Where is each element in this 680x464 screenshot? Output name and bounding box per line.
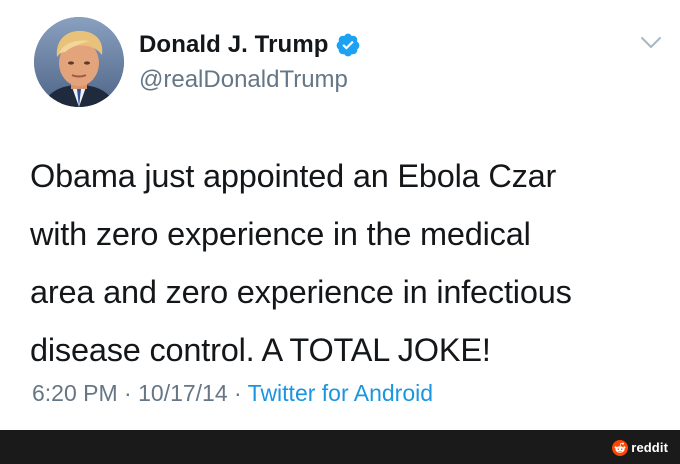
tweet-meta: 6:20 PM · 10/17/14 · Twitter for Android <box>32 380 433 407</box>
meta-separator: · <box>117 380 139 406</box>
meta-separator: · <box>227 380 248 406</box>
reddit-wordmark: reddit <box>631 440 668 455</box>
tweet-date[interactable]: 10/17/14 <box>138 380 228 406</box>
tweet-text: Obama just appointed an Ebola Czar with … <box>30 158 572 368</box>
tweet-source-link[interactable]: Twitter for Android <box>248 380 433 406</box>
reddit-watermark: reddit <box>612 439 668 456</box>
avatar[interactable] <box>34 17 124 107</box>
verified-badge-icon <box>336 33 359 57</box>
tweet-card: Donald J. Trump @realDonaldTrump Obama j… <box>0 0 680 430</box>
author-handle[interactable]: @realDonaldTrump <box>139 66 348 94</box>
author-display-name[interactable]: Donald J. Trump <box>139 31 329 59</box>
chevron-down-icon[interactable] <box>640 36 662 50</box>
author-name-row: Donald J. Trump <box>139 29 361 61</box>
reddit-logo-icon <box>612 439 629 456</box>
reddit-watermark-bar: reddit <box>0 430 680 464</box>
tweet-time[interactable]: 6:20 PM <box>32 380 118 406</box>
avatar-image <box>34 17 124 107</box>
